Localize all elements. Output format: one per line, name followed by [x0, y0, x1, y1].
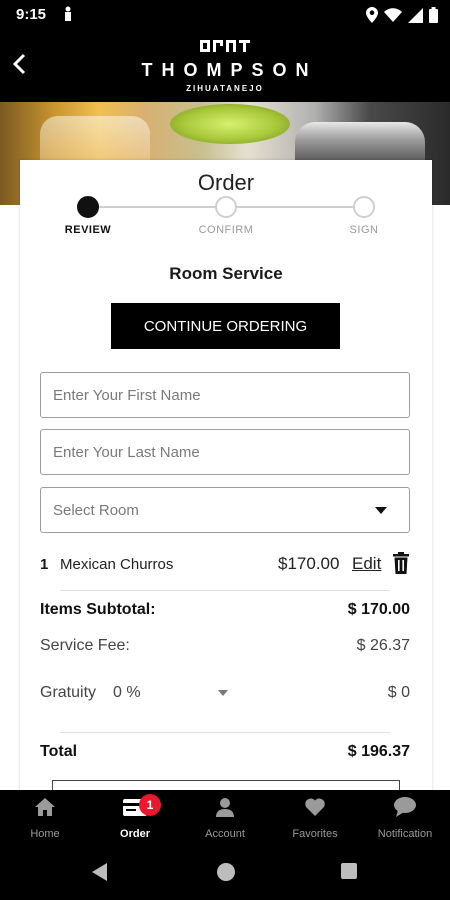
- subtotal-label: Items Subtotal:: [40, 601, 156, 618]
- step-review-label: REVIEW: [64, 224, 112, 236]
- home-icon: [34, 796, 56, 821]
- gratuity-select[interactable]: 0 %: [113, 684, 141, 702]
- divider: [60, 732, 390, 733]
- first-name-field[interactable]: [40, 372, 410, 418]
- dropdown-caret-icon[interactable]: [375, 507, 387, 514]
- room-select-value: Select Room: [53, 501, 139, 519]
- first-name-input[interactable]: [53, 386, 409, 404]
- heart-icon: [304, 796, 326, 821]
- gratuity-value: $ 0: [387, 684, 410, 701]
- status-bar: 9:15: [0, 0, 450, 30]
- system-icons: [366, 7, 438, 28]
- wifi-icon: [384, 8, 402, 27]
- tab-order[interactable]: 1 Order: [90, 790, 180, 850]
- tab-notification-label: Notification: [377, 828, 433, 840]
- trash-icon[interactable]: [393, 552, 409, 578]
- total-label: Total: [40, 743, 78, 760]
- back-triangle-icon[interactable]: [91, 862, 109, 887]
- home-circle-icon[interactable]: [216, 862, 236, 887]
- step-confirm-dot: [215, 196, 237, 218]
- order-card: Order REVIEW CONFIRM SIGN Room Service C…: [20, 160, 432, 810]
- service-fee-label: Service Fee:: [40, 637, 130, 654]
- thompson-logo-mark-icon: [199, 38, 251, 59]
- item-name: Mexican Churros: [60, 556, 174, 573]
- gratuity-label: Gratuity: [40, 684, 97, 701]
- step-review-dot: [77, 196, 99, 218]
- tab-home[interactable]: Home: [0, 790, 90, 850]
- person-icon: [214, 796, 236, 821]
- tab-favorites[interactable]: Favorites: [270, 790, 360, 850]
- battery-icon: [429, 7, 438, 28]
- brand-name: THOMPSON: [141, 60, 318, 80]
- order-item-row: 1 Mexican Churros $170.00 Edit: [40, 552, 410, 578]
- order-stepper: REVIEW CONFIRM SIGN: [20, 196, 432, 240]
- service-fee-value: $ 26.37: [356, 637, 410, 654]
- bottom-tab-bar: Home 1 Order Account Favorites Notificat…: [0, 790, 450, 850]
- lime-slice-shape: [170, 104, 290, 144]
- gratuity-caret-icon[interactable]: [218, 690, 228, 696]
- system-navigation-bar: [0, 850, 450, 900]
- chat-bubble-icon: [393, 796, 417, 821]
- recents-square-icon[interactable]: [340, 862, 358, 885]
- step-sign-label: SIGN: [349, 224, 379, 236]
- item-quantity: 1: [40, 556, 49, 573]
- tab-notification[interactable]: Notification: [360, 790, 450, 850]
- last-name-field[interactable]: [40, 429, 410, 475]
- tab-home-label: Home: [30, 828, 60, 840]
- continue-ordering-button[interactable]: CONTINUE ORDERING: [111, 303, 340, 349]
- tab-account[interactable]: Account: [180, 790, 270, 850]
- accessibility-person-icon: [62, 6, 74, 27]
- item-price: $170.00: [278, 554, 340, 573]
- signal-icon: [408, 7, 423, 28]
- location-icon: [366, 7, 378, 28]
- total-value: $ 196.37: [347, 743, 410, 760]
- room-select[interactable]: Select Room: [40, 487, 410, 533]
- status-time: 9:15: [16, 6, 47, 23]
- order-count-badge: 1: [139, 794, 161, 816]
- step-confirm-label: CONFIRM: [198, 224, 254, 236]
- edit-item-link[interactable]: Edit: [352, 554, 381, 574]
- last-name-input[interactable]: [53, 443, 409, 461]
- service-type: Room Service: [169, 264, 283, 283]
- tab-favorites-label: Favorites: [292, 828, 338, 840]
- subtotal-value: $ 170.00: [347, 601, 410, 618]
- divider: [60, 590, 390, 591]
- tab-order-label: Order: [120, 828, 150, 840]
- order-title: Order: [197, 170, 255, 195]
- app-header: THOMPSON ZIHUATANEJO: [0, 30, 450, 102]
- tab-account-label: Account: [205, 828, 245, 840]
- step-sign-dot: [353, 196, 375, 218]
- brand-location: ZIHUATANEJO: [186, 84, 264, 93]
